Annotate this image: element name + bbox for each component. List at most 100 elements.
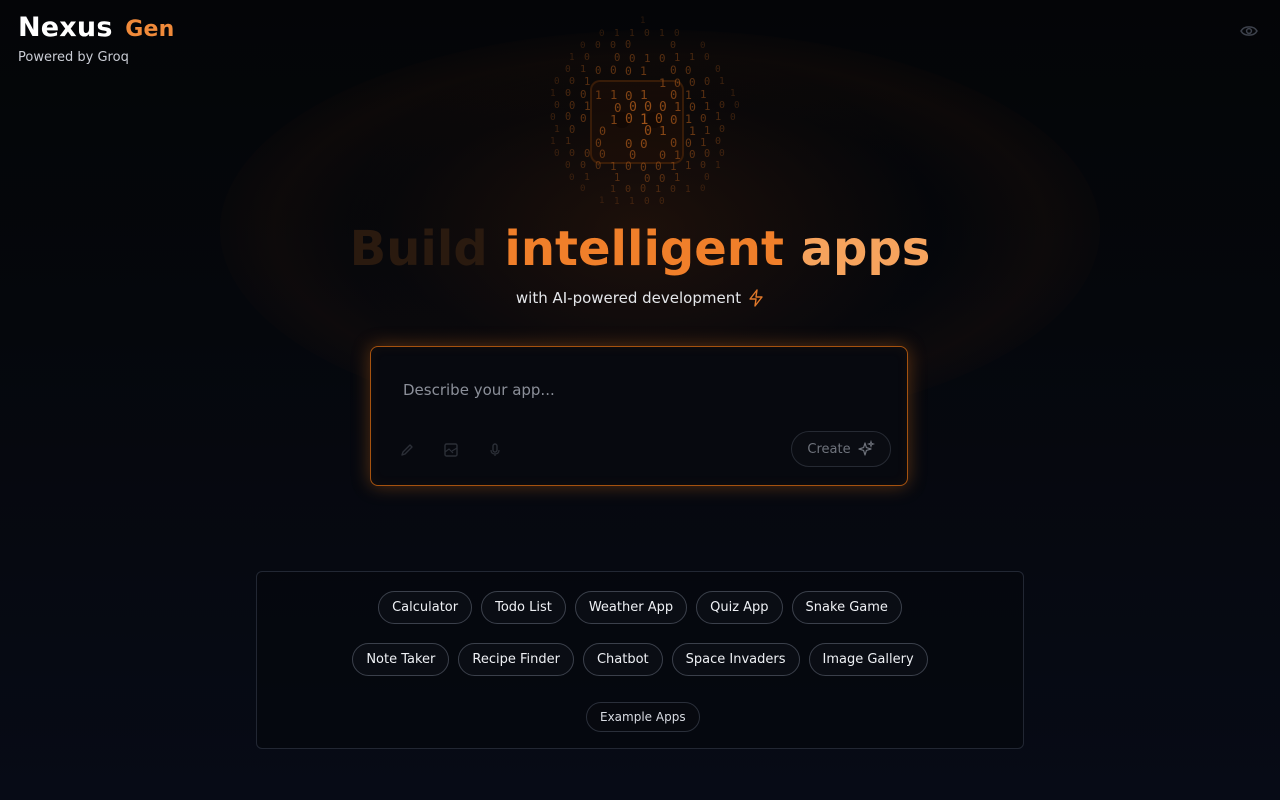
binary-digit: 0 [659, 196, 665, 207]
binary-digit: 0 [640, 184, 647, 195]
create-button[interactable]: Create [791, 431, 891, 467]
binary-digit: 0 [629, 52, 636, 65]
binary-digit: 1 [685, 184, 691, 195]
suggestion-chip-note-taker[interactable]: Note Taker [352, 643, 450, 676]
visibility-toggle-button[interactable] [1238, 21, 1260, 41]
binary-digit: 1 [550, 136, 556, 147]
create-button-label: Create [807, 441, 851, 457]
binary-digit: 1 [614, 28, 620, 39]
binary-digit: 0 [715, 136, 722, 147]
binary-digit: 0 [565, 88, 572, 99]
binary-digit: 0 [610, 64, 617, 77]
binary-digit: 0 [670, 184, 676, 195]
hero-subtitle-text: with AI-powered development [515, 289, 742, 307]
binary-digit: 0 [670, 64, 677, 77]
microphone-icon [490, 443, 500, 456]
voice-tool-button[interactable] [484, 439, 506, 461]
binary-digit: 0 [734, 100, 740, 111]
brand-title: Nexus Gen [18, 12, 174, 46]
binary-digit: 1 [685, 88, 692, 102]
binary-digit: 1 [674, 52, 681, 64]
suggestion-row-2: Note Taker Recipe Finder Chatbot Space I… [257, 643, 1023, 676]
binary-digit: 1 [655, 184, 662, 195]
suggestion-chip-todo-list[interactable]: Todo List [481, 591, 566, 624]
suggestion-chip-weather-app[interactable]: Weather App [574, 591, 688, 624]
binary-digit: 0 [580, 88, 587, 101]
suggestion-chip-snake-game[interactable]: Snake Game [791, 591, 902, 624]
binary-digit: 0 [689, 76, 696, 89]
binary-digit: 1 [569, 52, 575, 63]
binary-digit: 0 [700, 160, 707, 171]
binary-digit: 0 [704, 52, 710, 63]
binary-digit: 0 [569, 76, 576, 87]
example-apps-button[interactable]: Example Apps [586, 702, 700, 732]
suggestion-chip-recipe-finder[interactable]: Recipe Finder [458, 643, 574, 676]
edit-tool-button[interactable] [396, 439, 418, 461]
binary-digit: 1 [730, 88, 736, 99]
binary-digit: 0 [565, 112, 572, 123]
binary-digit: 0 [554, 100, 560, 111]
binary-digit: 1 [629, 196, 635, 207]
binary-digit: 0 [719, 124, 726, 135]
eye-icon [1240, 26, 1258, 36]
binary-digit: 1 [629, 28, 635, 39]
binary-digit: 1 [700, 88, 707, 101]
binary-digit: 0 [569, 148, 576, 159]
suggestions-panel: Calculator Todo List Weather App Quiz Ap… [256, 571, 1024, 749]
binary-digit: 0 [565, 160, 571, 171]
app-description-input[interactable] [401, 377, 875, 403]
binary-digit: 0 [700, 184, 706, 194]
binary-digit: 1 [704, 100, 711, 113]
binary-digit: 0 [580, 184, 586, 194]
suggestion-chip-quiz-app[interactable]: Quiz App [696, 591, 783, 624]
suggestion-chip-calculator[interactable]: Calculator [378, 591, 473, 624]
binary-digit: 0 [569, 124, 576, 136]
binary-digit: 0 [700, 40, 706, 51]
robot-eye-left [614, 112, 630, 128]
binary-digit: 0 [644, 28, 650, 39]
binary-digit: 1 [719, 76, 725, 87]
binary-digit: 0 [554, 76, 560, 87]
binary-digit: 1 [689, 124, 696, 138]
binary-digit: 1 [610, 184, 616, 195]
binary-digit: 0 [674, 28, 680, 39]
suggestion-chip-image-gallery[interactable]: Image Gallery [808, 643, 928, 676]
binary-digit: 0 [580, 112, 587, 125]
binary-digit: 1 [640, 64, 647, 78]
binary-digit: 0 [644, 196, 650, 207]
binary-digit: 0 [625, 40, 632, 51]
hero-title-word-1: Build [349, 221, 488, 277]
binary-digit: 0 [644, 172, 651, 185]
binary-digit: 1 [685, 160, 692, 172]
binary-digit: 0 [719, 100, 726, 111]
robot-eye-right [646, 112, 662, 128]
binary-digit: 1 [580, 64, 587, 75]
binary-digit: 0 [730, 112, 736, 123]
binary-digit: 0 [670, 40, 677, 51]
binary-digit: 0 [550, 112, 556, 123]
binary-digit: 0 [689, 148, 696, 161]
binary-digit: 1 [554, 124, 560, 135]
binary-digit: 1 [584, 172, 590, 183]
suggestion-chip-chatbot[interactable]: Chatbot [582, 643, 663, 676]
sparkle-icon [857, 440, 875, 456]
binary-digit: 0 [685, 136, 692, 150]
hero-title-word-2: intelligent [504, 221, 784, 277]
suggestion-chip-space-invaders[interactable]: Space Invaders [671, 643, 800, 676]
binary-digit: 1 [715, 160, 721, 171]
brand-tagline: Powered by Groq [18, 50, 129, 65]
binary-digit: 1 [614, 196, 620, 207]
brand-suffix: Gen [125, 17, 175, 42]
binary-digit: 1 [674, 172, 681, 184]
binary-digit: 0 [569, 100, 576, 112]
binary-digit: 1 [659, 28, 665, 39]
image-icon [444, 443, 458, 457]
image-tool-button[interactable] [440, 439, 462, 461]
brand: Nexus Gen Powered by Groq [18, 12, 174, 65]
binary-digit: 1 [685, 112, 693, 126]
binary-digit: 0 [614, 52, 621, 64]
hero-title: Build intelligent apps [0, 220, 1280, 278]
binary-digit: 0 [580, 40, 586, 51]
binary-digit: 0 [565, 64, 571, 75]
binary-digit: 1 [640, 16, 646, 26]
